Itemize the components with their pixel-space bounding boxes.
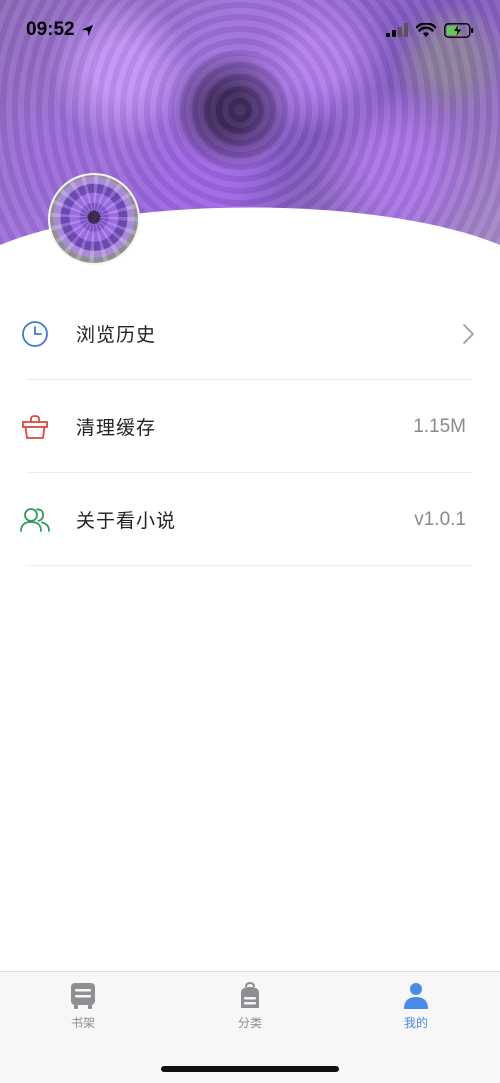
tab-label: 我的	[403, 1016, 428, 1030]
menu-item-label: 清理缓存	[76, 417, 157, 439]
settings-menu: 浏览历史 清理缓存 1.15M 关于看小说 v1.0.1	[0, 287, 500, 566]
backpack-icon	[241, 982, 259, 1008]
tab-label: 分类	[237, 1016, 262, 1030]
menu-item-label: 关于看小说	[76, 510, 177, 532]
bookshelf-icon	[71, 983, 95, 1009]
divider	[26, 565, 472, 566]
wifi-icon	[416, 22, 436, 37]
tab-mine[interactable]: 我的	[376, 982, 456, 1031]
tab-bookshelf[interactable]: 书架	[43, 982, 123, 1031]
status-time: 09:52	[26, 19, 75, 40]
avatar[interactable]	[48, 173, 140, 265]
menu-item-label: 浏览历史	[76, 324, 157, 346]
users-icon	[20, 505, 50, 535]
location-arrow-icon	[81, 24, 93, 36]
version-value: v1.0.1	[414, 508, 466, 530]
cellular-signal-icon	[386, 23, 408, 37]
person-icon	[404, 983, 428, 1009]
battery-charging-icon	[444, 22, 474, 38]
menu-item-about[interactable]: 关于看小说 v1.0.1	[0, 473, 500, 566]
status-bar: 09:52	[0, 0, 500, 60]
basket-icon	[20, 412, 50, 442]
cache-size-value: 1.15M	[413, 415, 466, 437]
tab-label: 书架	[70, 1016, 95, 1030]
chevron-right-icon	[463, 323, 474, 344]
clock-icon	[20, 319, 50, 349]
menu-item-clear-cache[interactable]: 清理缓存 1.15M	[0, 380, 500, 473]
menu-item-history[interactable]: 浏览历史	[0, 287, 500, 380]
tab-category[interactable]: 分类	[210, 982, 290, 1031]
home-indicator[interactable]	[161, 1066, 339, 1072]
